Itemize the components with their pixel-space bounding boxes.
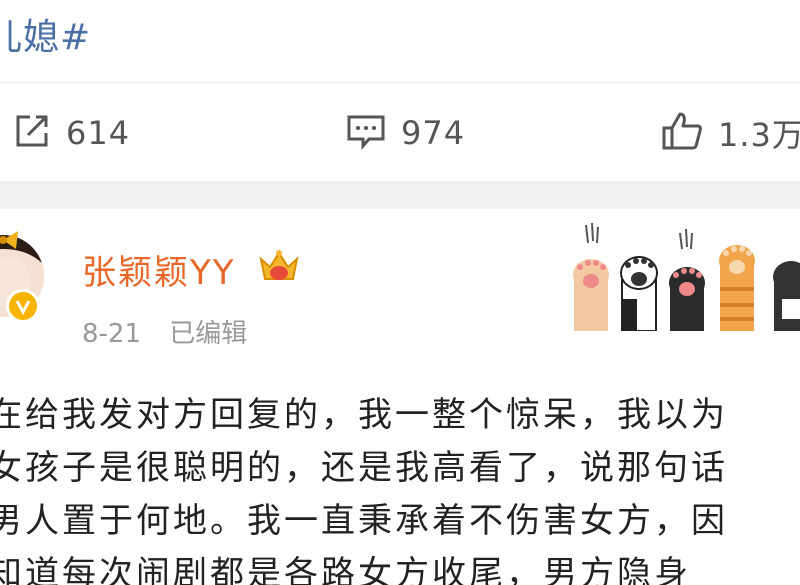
username[interactable]: 张颖颖YY	[82, 245, 236, 294]
divider-band	[0, 181, 800, 209]
cat-paws-decoration	[568, 219, 800, 332]
repost-button[interactable]: 614	[12, 114, 131, 152]
edited-label[interactable]: 已编辑	[169, 319, 247, 349]
repost-count: 614	[66, 114, 131, 152]
weibo-post: 张颖颖YY 8-21 已编辑 在给我发对方回复的，我一整个惊呆，我以为 女孩子是…	[0, 209, 800, 585]
action-bar: 614 974 1.3万	[0, 83, 800, 181]
post-body-line: 在给我发对方回复的，我一整个惊呆，我以为	[0, 395, 728, 435]
comment-button[interactable]: 974	[345, 114, 466, 152]
bow-decoration	[0, 229, 20, 255]
like-button[interactable]: 1.3万	[660, 112, 800, 154]
post-body-line: 男人置于何地。我一直秉承着不伤害女方，因	[0, 501, 728, 541]
avatar[interactable]	[0, 231, 44, 323]
comment-icon	[345, 111, 387, 155]
crown-badge-icon[interactable]	[258, 249, 300, 289]
like-count: 1.3万	[718, 116, 800, 154]
post-meta: 8-21 已编辑	[82, 313, 267, 350]
comment-count: 974	[401, 114, 466, 152]
post-body: 在给我发对方回复的，我一整个惊呆，我以为 女孩子是很聪明的，还是我高看了，说那句…	[0, 389, 800, 585]
post-date: 8-21	[82, 319, 142, 349]
like-icon	[660, 110, 704, 156]
post-body-line: 知道每次闹剧都是各路女方收尾，男方隐身	[0, 554, 691, 585]
repost-icon	[12, 111, 52, 155]
topic-line: 儿媳#	[0, 0, 800, 83]
post-body-line: 女孩子是很聪明的，还是我高看了，说那句话	[0, 448, 728, 488]
verified-badge-icon	[6, 289, 40, 323]
topic-hashtag-link[interactable]: 儿媳#	[0, 8, 91, 60]
